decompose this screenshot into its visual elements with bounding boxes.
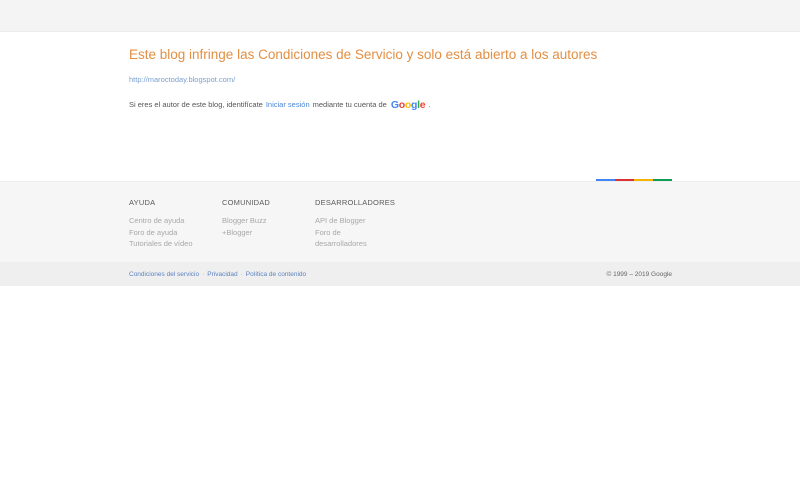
footer-link-foro-desarrolladores-cont[interactable]: desarrolladores (315, 238, 395, 250)
privacy-link[interactable]: Privacidad (207, 271, 237, 278)
footer-link-plus-blogger[interactable]: +Blogger (222, 227, 270, 239)
notice-middle: mediante tu cuenta de (312, 100, 387, 109)
footer-link-foro-desarrolladores[interactable]: Foro de (315, 227, 395, 239)
google-logo: Google (390, 99, 426, 111)
footer-link-centro-de-ayuda[interactable]: Centro de ayuda (129, 215, 193, 227)
google-logo-letter: G (390, 99, 399, 111)
footer-heading: AYUDA (129, 198, 156, 207)
notice-suffix: . (428, 100, 431, 109)
notice-prefix: Si eres el autor de este blog, identifíc… (129, 100, 263, 109)
legal-links: Condiciones del servicio · Privacidad · Polí… (129, 270, 306, 279)
blog-url-link[interactable]: http://maroctoday.blogspot.com/ (129, 75, 689, 85)
separator: · (240, 271, 243, 278)
separator: · (202, 271, 205, 278)
google-logo-letter: e (419, 99, 426, 111)
page-title: Este blog infringe las Condiciones de Se… (129, 47, 598, 62)
footer-link-blogger-buzz[interactable]: Blogger Buzz (222, 215, 270, 227)
footer-link-api-blogger[interactable]: API de Blogger (315, 215, 395, 227)
footer-column-ayuda: AYUDA Centro de ayuda Foro de ayuda Tuto… (129, 198, 193, 250)
footer-heading: DESARROLLADORES (315, 198, 396, 207)
copyright: © 1999 – 2019 Google (606, 271, 672, 278)
subfooter: Condiciones del servicio · Privacidad · Polí… (0, 262, 800, 286)
top-bar (0, 0, 800, 32)
footer-link-tutoriales[interactable]: Tutoriales de vídeo (129, 238, 193, 250)
content-policy-link[interactable]: Política de contenido (246, 271, 306, 278)
terms-link[interactable]: Condiciones del servicio (129, 271, 199, 278)
footer-column-desarrolladores: DESARROLLADORES API de Blogger Foro de d… (315, 198, 395, 250)
signin-notice: Si eres el autor de este blog, identifíc… (129, 99, 689, 111)
main-content: Este blog infringe las Condiciones de Se… (129, 46, 689, 111)
signin-link[interactable]: Iniciar sesión (266, 99, 310, 111)
footer: AYUDA Centro de ayuda Foro de ayuda Tuto… (0, 181, 800, 263)
footer-heading: COMUNIDAD (222, 198, 271, 207)
footer-column-comunidad: COMUNIDAD Blogger Buzz +Blogger (222, 198, 270, 238)
footer-link-foro-de-ayuda[interactable]: Foro de ayuda (129, 227, 193, 239)
